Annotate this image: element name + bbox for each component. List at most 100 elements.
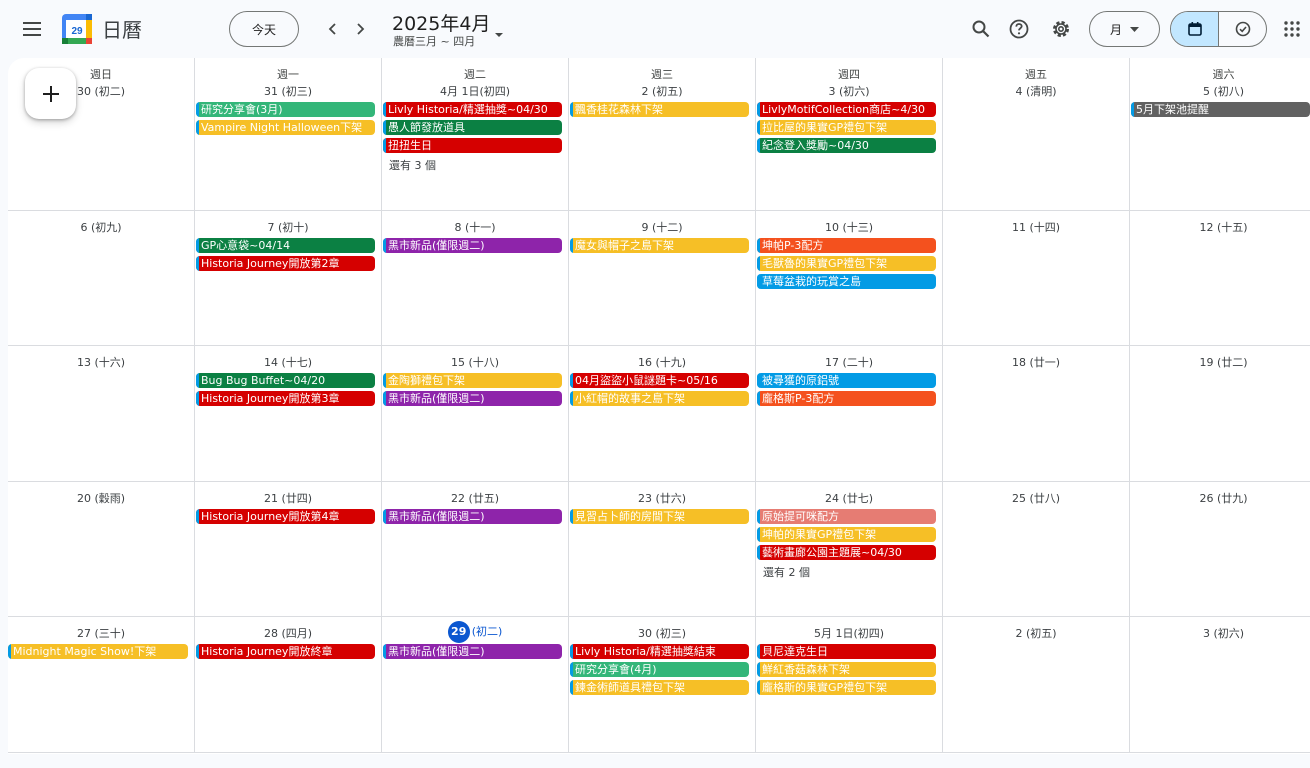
next-month-button[interactable] (347, 15, 375, 43)
event-chip[interactable]: Livly Historia/精選抽獎結束 (570, 644, 749, 659)
day-cell[interactable]: 3 (初六) (1130, 617, 1310, 753)
day-number[interactable]: 21 (廿四) (195, 490, 381, 506)
event-chip[interactable]: Vampire Night Halloween下架 (196, 120, 375, 135)
day-cell[interactable]: 15 (十八) 金陶獅禮包下架 黑市新品(僅限週二) (382, 346, 569, 482)
event-chip[interactable]: 魔女與帽子之島下架 (570, 238, 749, 253)
event-chip[interactable]: Historia Journey開放第4章 (196, 509, 375, 524)
event-chip[interactable]: GP心意袋~04/14 (196, 238, 375, 253)
day-cell[interactable]: 10 (十三) 坤帕P-3配方 毛獸魯的果實GP禮包下架 草莓盆栽的玩賞之島 (756, 211, 943, 346)
day-cell[interactable]: 24 (廿七) 原始提可咪配方 坤帕的果實GP禮包下架 藝術畫廊公園主題展~04/30… (756, 482, 943, 617)
day-cell[interactable]: 13 (十六) (8, 346, 195, 482)
day-cell[interactable]: 29 (初二) 黑市新品(僅限週二) (382, 617, 569, 753)
event-chip[interactable]: 龐格斯的果實GP禮包下架 (757, 680, 936, 695)
day-number[interactable]: 9 (十二) (569, 219, 755, 235)
day-number[interactable]: 14 (十七) (195, 354, 381, 370)
day-number[interactable]: 11 (十四) (943, 219, 1129, 235)
day-number[interactable]: 2 (初五) (569, 83, 755, 99)
event-chip[interactable]: 紀念登入獎勵~04/30 (757, 138, 936, 153)
settings-button[interactable] (1043, 11, 1079, 47)
day-number[interactable]: 8 (十一) (382, 219, 568, 235)
day-cell[interactable]: 週一 31 (初三) 研究分享會(3月) Vampire Night Hallowee… (195, 58, 382, 211)
day-number[interactable]: 4月 1日(初四) (382, 83, 568, 99)
event-chip[interactable]: Livly Historia/精選抽獎~04/30 (383, 102, 562, 117)
event-chip[interactable]: 草莓盆栽的玩賞之島 (757, 274, 936, 289)
day-cell[interactable]: 21 (廿四) Historia Journey開放第4章 (195, 482, 382, 617)
view-switcher-button[interactable]: 月 (1089, 11, 1160, 47)
event-chip[interactable]: 鍊金術師道具禮包下架 (570, 680, 749, 695)
day-cell[interactable]: 2 (初五) (943, 617, 1130, 753)
event-chip[interactable]: 小紅帽的故事之島下架 (570, 391, 749, 406)
event-chip[interactable]: Historia Journey開放第2章 (196, 256, 375, 271)
day-cell[interactable]: 25 (廿八) (943, 482, 1130, 617)
search-button[interactable] (963, 11, 999, 47)
day-cell[interactable]: 27 (三十) Midnight Magic Show!下架 (8, 617, 195, 753)
event-chip[interactable]: Historia Journey開放第3章 (196, 391, 375, 406)
day-number[interactable]: 10 (十三) (756, 219, 942, 235)
help-button[interactable] (1001, 11, 1037, 47)
more-events-link[interactable]: 還有 3 個 (389, 157, 436, 173)
event-chip[interactable]: 黑市新品(僅限週二) (383, 238, 562, 253)
day-number[interactable]: 23 (廿六) (569, 490, 755, 506)
day-cell[interactable]: 16 (十九) 04月盜盜小鼠謎題卡~05/16 小紅帽的故事之島下架 (569, 346, 756, 482)
event-chip[interactable]: 毛獸魯的果實GP禮包下架 (757, 256, 936, 271)
day-number[interactable]: 24 (廿七) (756, 490, 942, 506)
event-chip[interactable]: 鮮紅香菇森林下架 (757, 662, 936, 677)
day-cell[interactable]: 週二 4月 1日(初四) Livly Historia/精選抽獎~04/30 愚人節發… (382, 58, 569, 211)
today-button[interactable]: 今天 (229, 11, 299, 47)
day-number[interactable]: 12 (十五) (1130, 219, 1310, 235)
event-chip[interactable]: 龐格斯P-3配方 (757, 391, 936, 406)
event-chip[interactable]: 研究分享會(4月) (570, 662, 749, 677)
today-date-badge[interactable]: 29 (447, 621, 470, 643)
day-cell[interactable]: 週六 5 (初八) 5月下架池提醒 (1130, 58, 1310, 211)
day-cell[interactable]: 11 (十四) (943, 211, 1130, 346)
day-number[interactable]: 27 (三十) (8, 625, 194, 641)
day-number[interactable]: 17 (二十) (756, 354, 942, 370)
day-number[interactable]: 28 (四月) (195, 625, 381, 641)
day-cell[interactable]: 14 (十七) Bug Bug Buffet~04/20 Historia Jour… (195, 346, 382, 482)
event-chip[interactable]: 貝尼達克生日 (757, 644, 936, 659)
day-number[interactable]: 20 (穀雨) (8, 490, 194, 506)
day-number[interactable]: 5 (初八) (1130, 83, 1310, 99)
day-cell[interactable]: 7 (初十) GP心意袋~04/14 Historia Journey開放第2章 (195, 211, 382, 346)
day-number[interactable]: 2 (初五) (943, 625, 1129, 641)
event-chip[interactable]: 被尋獲的原鋁號 (757, 373, 936, 388)
event-chip[interactable]: 黑市新品(僅限週二) (383, 644, 562, 659)
event-chip[interactable]: 扭扭生日 (383, 138, 562, 153)
day-number[interactable]: 16 (十九) (569, 354, 755, 370)
day-number[interactable]: 25 (廿八) (943, 490, 1129, 506)
day-number[interactable]: 3 (初六) (1130, 625, 1310, 641)
calendar-logo-icon[interactable]: 29 (62, 14, 92, 44)
day-cell[interactable]: 28 (四月) Historia Journey開放終章 (195, 617, 382, 753)
day-cell[interactable]: 22 (廿五) 黑市新品(僅限週二) (382, 482, 569, 617)
day-number[interactable]: 5月 1日(初四) (756, 625, 942, 641)
calendar-mode-button[interactable] (1171, 12, 1219, 46)
event-chip[interactable]: 坤帕的果實GP禮包下架 (757, 527, 936, 542)
period-dropdown-button[interactable] (494, 23, 504, 42)
day-cell[interactable]: 8 (十一) 黑市新品(僅限週二) (382, 211, 569, 346)
day-cell[interactable]: 週四 3 (初六) LivlyMotifCollection商店~4/30 拉比屋的果… (756, 58, 943, 211)
day-number[interactable]: 18 (廿一) (943, 354, 1129, 370)
day-cell[interactable]: 9 (十二) 魔女與帽子之島下架 (569, 211, 756, 346)
day-number[interactable]: 29 (初二) (382, 621, 568, 643)
day-cell[interactable]: 19 (廿二) (1130, 346, 1310, 482)
event-chip[interactable]: 坤帕P-3配方 (757, 238, 936, 253)
create-event-button[interactable] (25, 68, 76, 119)
event-chip[interactable]: 見習占卜師的房間下架 (570, 509, 749, 524)
day-cell[interactable]: 5月 1日(初四) 貝尼達克生日 鮮紅香菇森林下架 龐格斯的果實GP禮包下架 (756, 617, 943, 753)
day-number[interactable]: 30 (初三) (569, 625, 755, 641)
day-cell[interactable]: 23 (廿六) 見習占卜師的房間下架 (569, 482, 756, 617)
apps-button[interactable] (1274, 11, 1310, 47)
day-number[interactable]: 19 (廿二) (1130, 354, 1310, 370)
day-cell[interactable]: 26 (廿九) (1130, 482, 1310, 617)
day-number[interactable]: 13 (十六) (8, 354, 194, 370)
day-number[interactable]: 15 (十八) (382, 354, 568, 370)
event-chip[interactable]: Midnight Magic Show!下架 (8, 644, 188, 659)
day-number[interactable]: 22 (廿五) (382, 490, 568, 506)
day-cell[interactable]: 12 (十五) (1130, 211, 1310, 346)
day-cell[interactable]: 週五 4 (清明) (943, 58, 1130, 211)
day-number[interactable]: 4 (清明) (943, 83, 1129, 99)
event-chip[interactable]: 藝術畫廊公園主題展~04/30 (757, 545, 936, 560)
day-number[interactable]: 3 (初六) (756, 83, 942, 99)
day-number[interactable]: 31 (初三) (195, 83, 381, 99)
event-chip[interactable]: 原始提可咪配方 (757, 509, 936, 524)
